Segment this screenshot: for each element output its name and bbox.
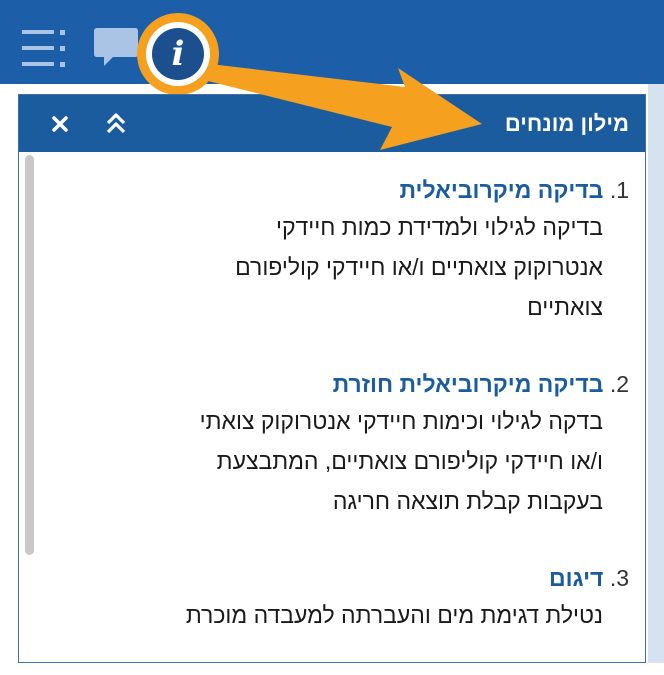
item-definition: בדקה לגילוי וכימות חיידקי אנטרוקוק צואתי… [59, 401, 629, 521]
callout-arrow [204, 64, 482, 150]
glossary-list: 1. בדיקה מיקרוביאלית בדיקה לגילוי ולמדיד… [59, 173, 629, 675]
item-number: 1. [609, 177, 629, 203]
info-icon: i [152, 28, 204, 80]
list-menu-icon[interactable] [22, 28, 72, 68]
glossary-item-heading[interactable]: 3. דיגום [59, 561, 629, 595]
scrollbar-thumb[interactable] [25, 155, 34, 555]
definition-line: צואתיים [527, 294, 603, 320]
item-title: דיגום [549, 565, 604, 591]
item-number: 2. [609, 371, 629, 397]
close-icon[interactable] [47, 111, 73, 137]
definition-line: נטילת דגימת מים והעברתה למעבדה מוכרת [185, 602, 603, 628]
item-definition: נטילת דגימת מים והעברתה למעבדה מוכרת [59, 595, 629, 635]
panel-title: מילון מונחים [504, 111, 629, 136]
definition-line: ו/או חיידקי קוליפורם צואתיים, המתבצעת [216, 448, 603, 474]
item-definition: בדיקה לגילוי ולמדידת כמות חיידקי אנטרוקו… [59, 207, 629, 327]
definition-line: בדקה לגילוי וכימות חיידקי אנטרוקוק צואתי [199, 408, 603, 434]
item-number: 3. [609, 565, 629, 591]
item-title: בדיקה מיקרוביאלית [399, 177, 604, 203]
scrollbar[interactable] [25, 155, 34, 660]
glossary-item-heading[interactable]: 2. בדיקה מיקרוביאלית חוזרת [59, 367, 629, 401]
double-chevron-up-icon[interactable] [101, 109, 131, 139]
glossary-item-heading[interactable]: 1. בדיקה מיקרוביאלית [59, 173, 629, 207]
chat-bubble-icon[interactable] [93, 26, 139, 68]
definition-line: בעקבות קבלת תוצאה חריגה [332, 488, 603, 514]
page-background-strip [648, 84, 664, 663]
glossary-panel: מילון מונחים 1. בדיקה מיקרוביאלית בדיקה … [18, 94, 646, 663]
definition-line: בדיקה לגילוי ולמדידת כמות חיידקי [275, 214, 603, 240]
glossary-item: 1. בדיקה מיקרוביאלית בדיקה לגילוי ולמדיד… [59, 173, 629, 327]
definition-line: אנטרוקוק צואתיים ו/או חיידקי קוליפורם [235, 254, 603, 280]
item-title: בדיקה מיקרוביאלית חוזרת [332, 371, 604, 397]
glossary-item: 2. בדיקה מיקרוביאלית חוזרת בדקה לגילוי ו… [59, 367, 629, 521]
glossary-item: 3. דיגום נטילת דגימת מים והעברתה למעבדה … [59, 561, 629, 635]
